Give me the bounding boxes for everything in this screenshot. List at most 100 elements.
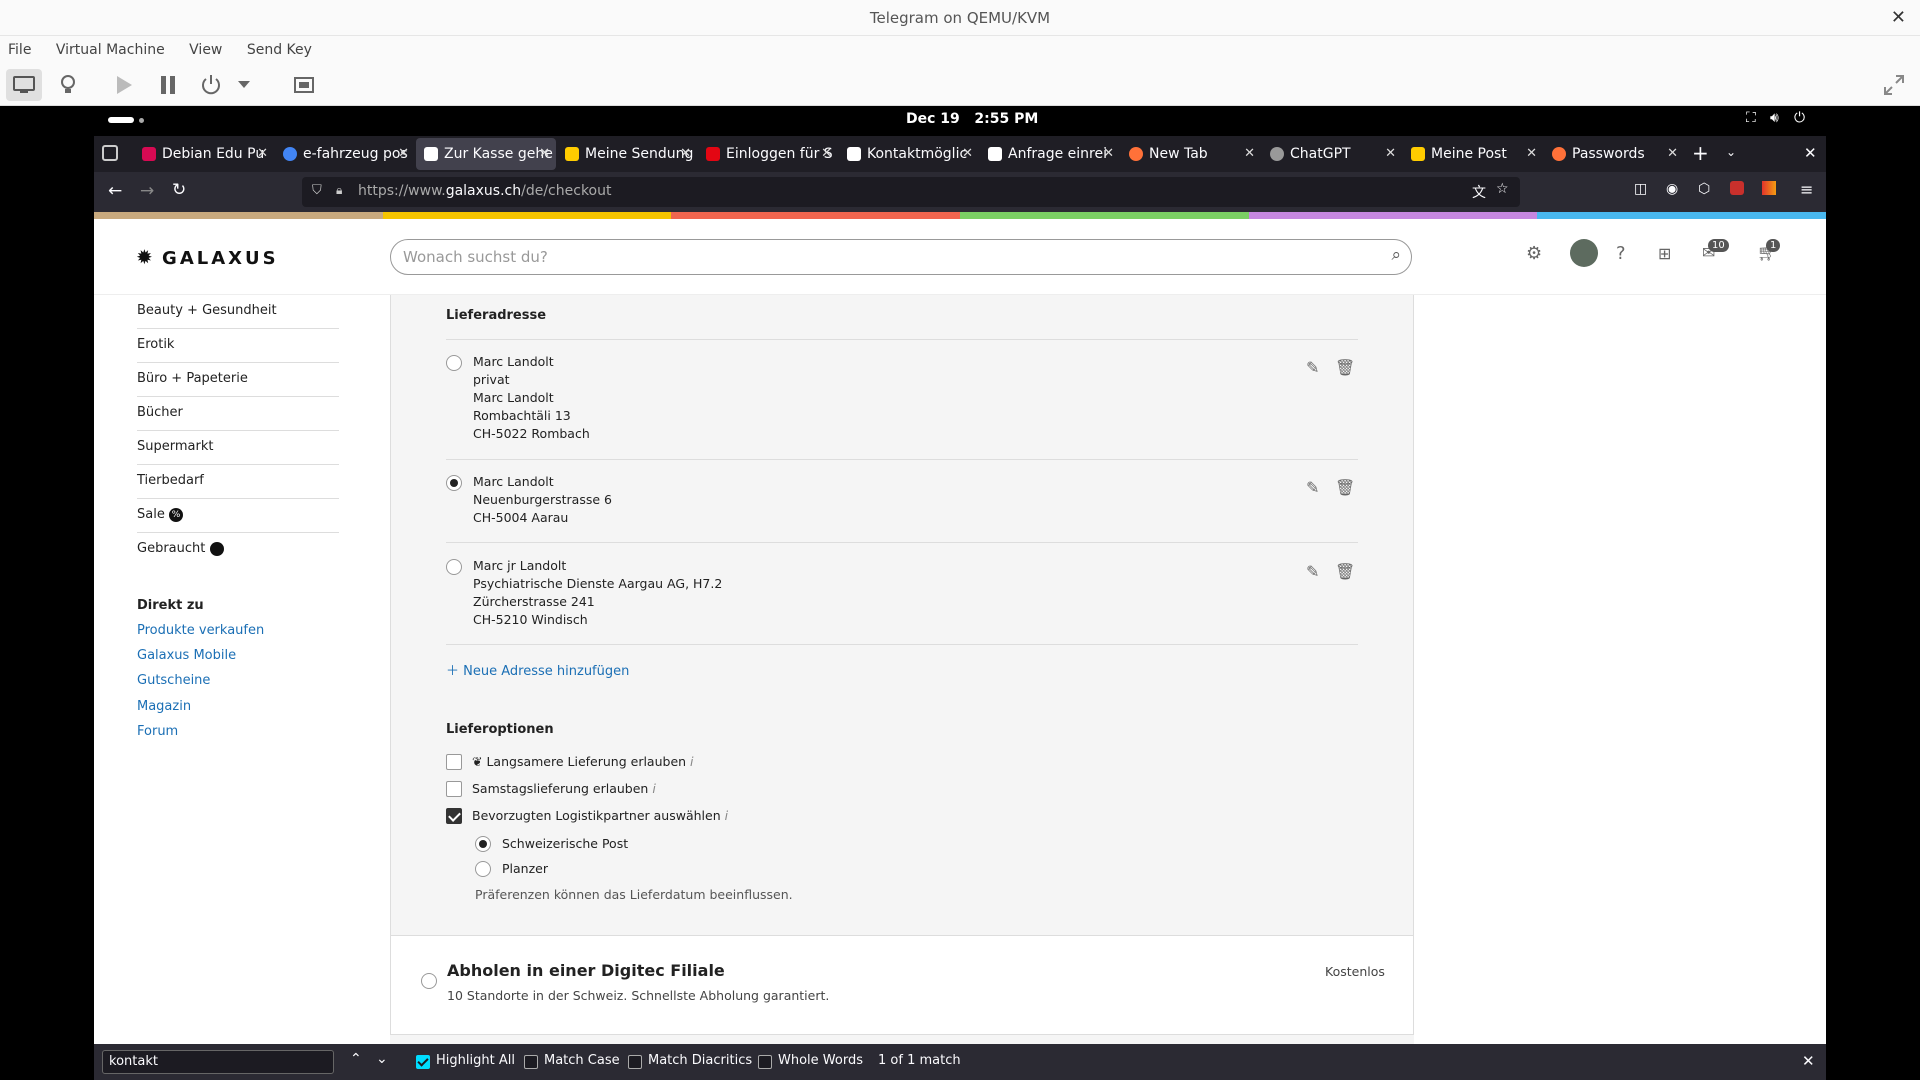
tab[interactable]: Kontaktmöglic ✕ [839, 138, 979, 170]
link-galaxus-mobile[interactable]: Galaxus Mobile [137, 648, 236, 663]
clock[interactable]: Dec 19 2:55 PM [906, 111, 1038, 127]
trash-icon[interactable]: 🗑︎ [1335, 358, 1355, 377]
tab[interactable]: Anfrage einrei ✕ [980, 138, 1120, 170]
menu-icon[interactable]: ≡ [1800, 180, 1813, 199]
sidebar-item-used[interactable]: Gebraucht [137, 533, 339, 567]
tab[interactable]: ChatGPT ✕ [1262, 138, 1402, 170]
sidebar-item-sale[interactable]: Sale % [137, 499, 339, 533]
firefox-view-icon[interactable] [102, 145, 118, 161]
close-tab-icon[interactable]: ✕ [1244, 146, 1255, 161]
close-icon[interactable]: ✕ [1891, 0, 1906, 36]
addon-icon[interactable] [1762, 181, 1776, 195]
close-tab-icon[interactable]: ✕ [1667, 146, 1678, 161]
address-radio[interactable] [446, 559, 462, 575]
partner-radio[interactable] [475, 861, 491, 877]
close-tab-icon[interactable]: ✕ [1526, 146, 1537, 161]
trash-icon[interactable]: 🗑︎ [1335, 562, 1355, 581]
shield-icon[interactable]: ⛉ [312, 183, 322, 198]
trash-icon[interactable]: 🗑︎ [1335, 478, 1355, 497]
extensions-icon[interactable]: ⬡ [1698, 181, 1710, 197]
address-radio-selected[interactable] [446, 475, 462, 491]
checkbox-slow-delivery[interactable] [446, 754, 462, 770]
power-menu-icon[interactable]: ⏻ [1794, 110, 1805, 126]
sidebar-item[interactable]: Supermarkt [137, 431, 339, 465]
forward-icon[interactable]: → [140, 181, 154, 201]
close-find-icon[interactable]: ✕ [1802, 1052, 1815, 1070]
tab[interactable]: Meine Sendung ✕ [557, 138, 697, 170]
star-icon[interactable]: ☆ [1496, 181, 1509, 197]
checkbox-logistics-partner[interactable] [446, 808, 462, 824]
chevron-down-icon[interactable] [232, 69, 256, 101]
account-icon[interactable]: ◉ [1666, 181, 1678, 197]
link-sell-products[interactable]: Produkte verkaufen [137, 623, 264, 638]
link-magazine[interactable]: Magazin [137, 699, 191, 714]
activities-indicator[interactable] [108, 117, 134, 123]
add-address-button[interactable]: ＋ Neue Adresse hinzufügen [446, 660, 629, 679]
power-icon[interactable] [193, 69, 229, 101]
close-window-icon[interactable]: ✕ [1804, 144, 1817, 162]
close-tab-icon[interactable]: ✕ [680, 146, 691, 161]
network-icon[interactable]: ⛶ [1746, 110, 1756, 126]
close-tab-icon[interactable]: ✕ [1385, 146, 1396, 161]
close-tab-icon[interactable]: ✕ [962, 146, 973, 161]
tab[interactable]: Passwords ✕ [1544, 138, 1684, 170]
reload-icon[interactable]: ↻ [172, 180, 186, 200]
partner-radio-selected[interactable] [475, 836, 491, 852]
lightbulb-icon[interactable] [50, 69, 86, 101]
snapshot-icon[interactable] [287, 69, 323, 101]
tab-active[interactable]: Zur Kasse gehe ✕ [416, 138, 556, 170]
translate-icon[interactable]: 文 [1472, 182, 1486, 202]
tab[interactable]: Debian Edu Pu ✕ [134, 138, 274, 170]
close-tab-icon[interactable]: ✕ [821, 146, 832, 161]
volume-icon[interactable]: 🔊︎ [1770, 110, 1779, 126]
search-icon[interactable]: ⌕ [1391, 245, 1401, 265]
sidebar-item[interactable]: Tierbedarf [137, 465, 339, 499]
new-tab-icon[interactable]: + [1692, 141, 1709, 165]
whole-words-checkbox[interactable] [758, 1055, 772, 1069]
url-bar[interactable]: ⛉ 🔒︎ https://www.galaxus.ch/de/checkout … [302, 177, 1520, 207]
link-forum[interactable]: Forum [137, 724, 178, 739]
highlight-all-checkbox[interactable] [416, 1055, 430, 1069]
search-input[interactable]: Wonach suchst du? ⌕ [390, 239, 1412, 275]
address-radio[interactable] [446, 355, 462, 371]
tab[interactable]: Meine Post ✕ [1403, 138, 1543, 170]
menu-view[interactable]: View [179, 36, 232, 64]
fullscreen-icon[interactable] [1876, 69, 1912, 101]
sidebar-item[interactable]: Bücher [137, 397, 339, 431]
close-tab-icon[interactable]: ✕ [398, 146, 409, 161]
checkbox-saturday-delivery[interactable] [446, 781, 462, 797]
edit-icon[interactable]: ✎ [1306, 358, 1319, 377]
info-icon[interactable]: i [690, 754, 693, 769]
list-tabs-icon[interactable]: ⌄ [1726, 145, 1736, 159]
apps-icon[interactable]: ⊞ [1658, 244, 1671, 263]
match-case-checkbox[interactable] [524, 1055, 538, 1069]
menu-virtual-machine[interactable]: Virtual Machine [46, 36, 175, 64]
close-tab-icon[interactable]: ✕ [257, 146, 268, 161]
avatar[interactable] [1570, 239, 1598, 267]
sidebar-item[interactable]: Erotik [137, 329, 339, 363]
tab[interactable]: New Tab ✕ [1121, 138, 1261, 170]
settings-icon[interactable]: ⚙ [1526, 243, 1542, 264]
sidebar-item[interactable]: Beauty + Gesundheit [137, 295, 339, 329]
find-previous-icon[interactable]: ⌃ [350, 1051, 362, 1067]
pause-icon[interactable] [150, 69, 186, 101]
tab[interactable]: Einloggen für S ✕ [698, 138, 838, 170]
close-tab-icon[interactable]: ✕ [1103, 146, 1114, 161]
tab[interactable]: e-fahrzeug pos ✕ [275, 138, 415, 170]
lock-icon[interactable]: 🔒︎ [336, 183, 342, 198]
info-icon[interactable]: i [652, 781, 655, 796]
find-input[interactable]: kontakt [102, 1050, 334, 1074]
close-tab-icon[interactable]: ✕ [539, 146, 550, 161]
edit-icon[interactable]: ✎ [1306, 478, 1319, 497]
play-icon[interactable] [106, 69, 142, 101]
find-next-icon[interactable]: ⌄ [376, 1051, 388, 1067]
menu-file[interactable]: File [0, 36, 41, 64]
edit-icon[interactable]: ✎ [1306, 562, 1319, 581]
ublock-icon[interactable] [1730, 181, 1744, 195]
pickup-option[interactable]: Abholen in einer Digitec Filiale 10 Stan… [390, 935, 1414, 1035]
pocket-icon[interactable]: ◫ [1634, 181, 1647, 197]
monitor-icon[interactable] [6, 69, 42, 101]
galaxus-logo[interactable]: ✹ GALAXUS [136, 245, 279, 269]
pickup-radio[interactable] [421, 973, 437, 989]
link-vouchers[interactable]: Gutscheine [137, 673, 210, 688]
